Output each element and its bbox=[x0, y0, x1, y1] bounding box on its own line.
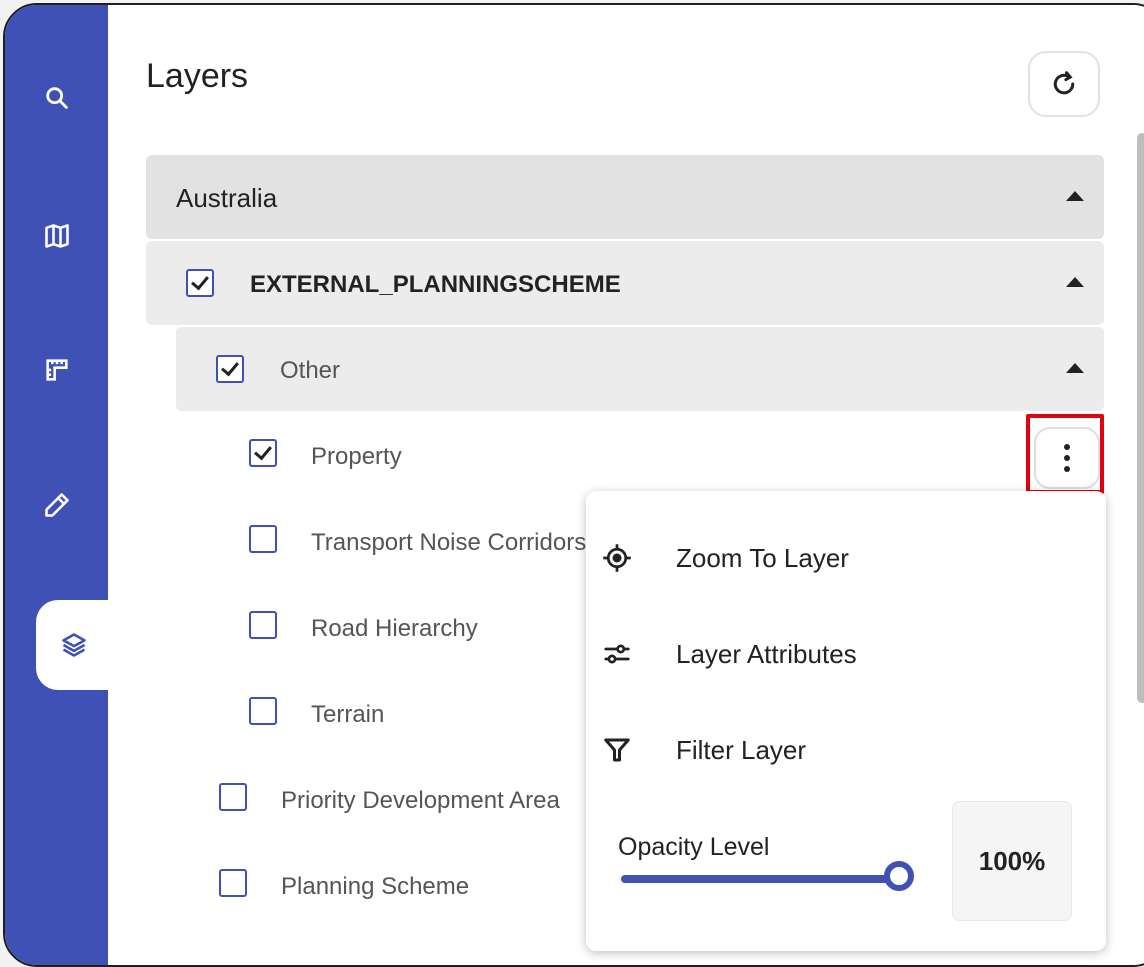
measure-icon bbox=[45, 359, 68, 381]
terrain-checkbox[interactable] bbox=[249, 697, 277, 725]
layers-panel: Layers Australia EXTERNAL_PLANNINGSCHEME… bbox=[108, 5, 1144, 965]
group-external-planningscheme[interactable]: EXTERNAL_PLANNINGSCHEME bbox=[146, 241, 1104, 325]
scrollbar[interactable] bbox=[1137, 133, 1144, 703]
property-checkbox[interactable] bbox=[249, 439, 277, 467]
menu-item-label: Layer Attributes bbox=[676, 639, 857, 669]
other-checkbox[interactable] bbox=[216, 355, 244, 383]
layer-label-planning-scheme: Planning Scheme bbox=[281, 873, 470, 900]
layer-label-property: Property bbox=[311, 443, 402, 470]
layers-icon bbox=[62, 633, 86, 657]
collapse-caret-icon[interactable] bbox=[1066, 363, 1084, 373]
search-icon bbox=[45, 87, 68, 109]
road-hierarchy-checkbox[interactable] bbox=[249, 611, 277, 639]
map-button[interactable] bbox=[5, 201, 108, 271]
opacity-slider-track[interactable] bbox=[621, 875, 899, 883]
layer-context-menu: Zoom To Layer Layer Attributes Filter La… bbox=[586, 491, 1106, 951]
zoom-to-layer-item[interactable]: Zoom To Layer bbox=[586, 527, 1106, 587]
group-label: Other bbox=[280, 357, 341, 384]
highlight-box bbox=[1026, 414, 1104, 494]
crosshair-icon bbox=[603, 544, 631, 572]
layer-label-road-hierarchy: Road Hierarchy bbox=[311, 615, 478, 642]
sliders-icon bbox=[604, 644, 630, 664]
scheme-checkbox[interactable] bbox=[186, 269, 214, 297]
opacity-label: Opacity Level bbox=[618, 833, 770, 861]
menu-item-label: Filter Layer bbox=[676, 735, 807, 765]
opacity-value[interactable]: 100% bbox=[952, 801, 1072, 921]
refresh-icon bbox=[1053, 71, 1075, 95]
panel-title: Layers bbox=[146, 57, 249, 95]
layer-label-terrain: Terrain bbox=[311, 701, 385, 728]
map-icon bbox=[44, 224, 69, 248]
menu-item-label: Zoom To Layer bbox=[676, 543, 849, 573]
transport-noise-checkbox[interactable] bbox=[249, 525, 277, 553]
measure-button[interactable] bbox=[5, 335, 108, 405]
group-australia[interactable]: Australia bbox=[146, 155, 1104, 239]
layer-label-transport-noise: Transport Noise Corridors bbox=[311, 529, 587, 556]
pencil-icon bbox=[44, 493, 69, 517]
collapse-caret-icon[interactable] bbox=[1066, 277, 1084, 287]
collapse-caret-icon[interactable] bbox=[1066, 191, 1084, 201]
filter-layer-item[interactable]: Filter Layer bbox=[586, 719, 1106, 779]
side-rail bbox=[5, 5, 112, 965]
group-label: Australia bbox=[176, 183, 278, 213]
planning-scheme-checkbox[interactable] bbox=[219, 869, 247, 897]
filter-icon bbox=[604, 738, 630, 762]
group-other[interactable]: Other bbox=[176, 327, 1104, 411]
layer-attributes-item[interactable]: Layer Attributes bbox=[586, 623, 1106, 683]
group-label: EXTERNAL_PLANNINGSCHEME bbox=[250, 271, 621, 298]
layers-button[interactable] bbox=[36, 600, 112, 690]
priority-development-checkbox[interactable] bbox=[219, 783, 247, 811]
search-button[interactable] bbox=[5, 63, 108, 133]
refresh-button[interactable] bbox=[1028, 51, 1100, 117]
opacity-slider-knob[interactable] bbox=[884, 861, 914, 891]
layer-label-priority-development: Priority Development Area bbox=[281, 787, 560, 814]
draw-button[interactable] bbox=[5, 470, 108, 540]
app-window: Layers Australia EXTERNAL_PLANNINGSCHEME… bbox=[3, 3, 1144, 967]
